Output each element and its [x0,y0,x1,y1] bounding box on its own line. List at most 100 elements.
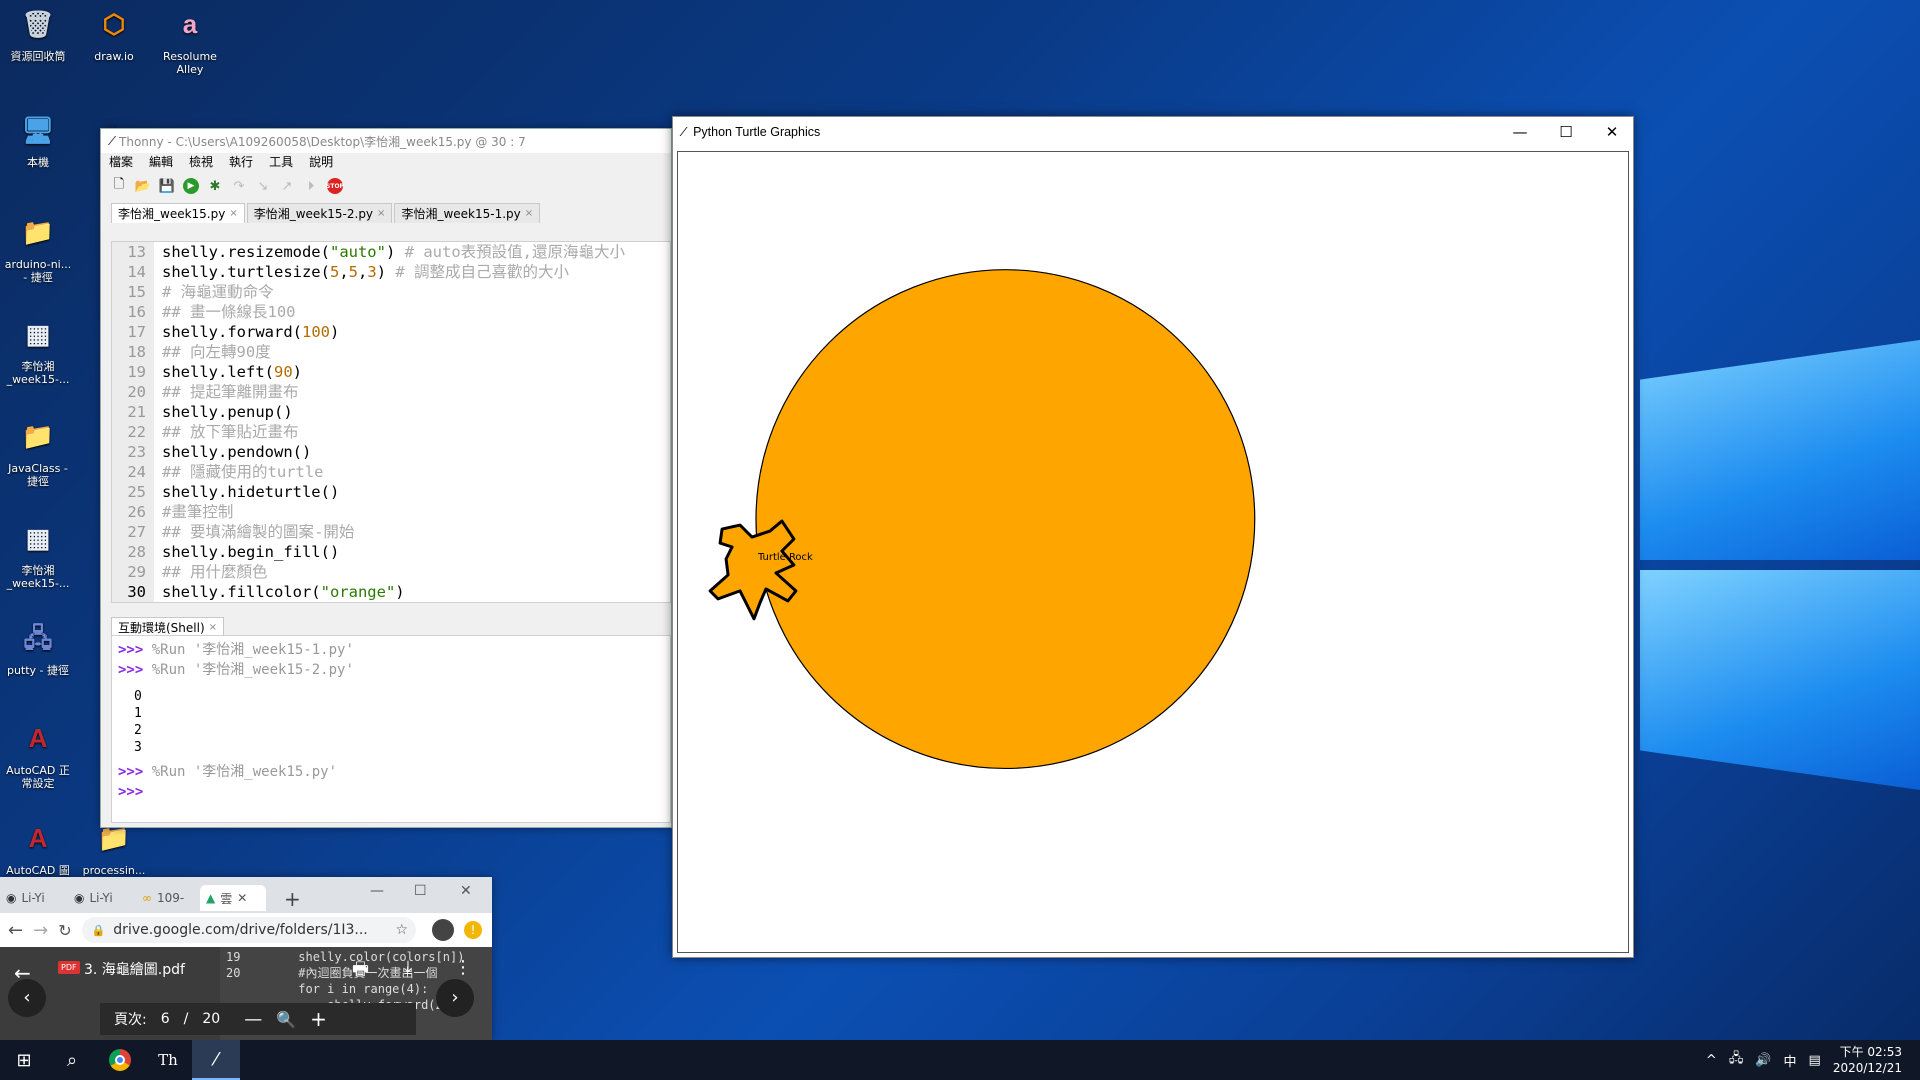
tab-shell[interactable]: 互動環境(Shell) × [111,617,225,637]
minimize-button[interactable]: — [370,883,384,899]
run-icon[interactable]: ▶ [183,178,199,194]
tab-editor-file[interactable]: 李怡湘_week15-1.py × [394,203,541,223]
desktop-icon[interactable]: ⬡ draw.io [76,2,152,64]
step-out-icon[interactable]: ↗ [279,178,295,194]
line-number: 23 [127,443,146,461]
desktop-icon-label: Resolume Alley [163,50,217,76]
desktop-icon[interactable]: a Resolume Alley [152,2,228,77]
back-icon[interactable]: ← [8,920,23,941]
new-tab-icon[interactable]: + [284,887,301,911]
turtle-window[interactable]: ⁄ Python Turtle Graphics — ☐ ✕ Turtle Ro… [672,116,1634,958]
print-icon[interactable]: 🖶 [352,957,369,987]
shell-input-line[interactable]: >>> [118,782,664,802]
chrome-taskbar-icon[interactable] [96,1040,144,1080]
line-number: 18 [127,343,146,361]
clock-time: 下午 02:53 [1839,1045,1902,1059]
save-icon[interactable]: 💾 [159,178,175,194]
turtle-canvas[interactable]: Turtle Rock [677,151,1629,953]
menu-item[interactable]: 工具 [269,153,293,171]
close-icon[interactable]: × [525,208,533,219]
line-number: 30 [127,583,146,601]
taskbar: ⊞ ⌕ Th ⁄ ^ 🖧 🔊 中 ▤ 下午 02:53 2020/12/21 [0,1040,1920,1080]
zoom-out-icon[interactable]: — [244,1009,262,1030]
code-editor[interactable]: 13 shelly.resizemode("auto") # auto表預設值,還… [111,241,671,603]
chrome-tab[interactable]: ▲ 雲 ✕ [200,885,266,911]
close-icon[interactable]: ✕ [237,891,247,905]
desktop-icon[interactable]: 🖥 本機 [0,108,76,170]
desktop-icon[interactable]: 🖧 putty - 捷徑 [0,616,76,678]
chrome-tab-title: 雲 [220,891,233,906]
resume-icon[interactable]: ⏵ [303,178,319,194]
maximize-button[interactable]: ☐ [414,883,427,899]
step-over-icon[interactable]: ↷ [231,178,247,194]
zoom-in-icon[interactable]: + [310,1007,327,1031]
code-line: 24 ## 隱藏使用的turtle [112,462,670,482]
search-icon[interactable]: ⌕ [48,1040,96,1080]
network-icon[interactable]: 🖧 [1729,1049,1744,1071]
clock[interactable]: 下午 02:53 2020/12/21 [1833,1044,1902,1076]
close-button[interactable]: ✕ [460,883,472,899]
shell-panel[interactable]: >>> %Run '李怡湘_week15-1.py' >>> %Run '李怡湘… [111,635,671,823]
chrome-tab[interactable]: ◉ Li-Yi [68,885,119,911]
menu-item[interactable]: 檔案 [109,153,133,171]
tab-editor-file[interactable]: 李怡湘_week15-2.py × [246,203,393,223]
desktop-icon[interactable]: ▦ 李怡湘 _week15-... [0,516,76,591]
prev-page-button[interactable]: ‹ [8,979,46,1017]
shell-line: >>> %Run '李怡湘_week15-2.py' [118,660,664,680]
open-file-icon[interactable]: 📂 [135,178,151,194]
thonny-taskbar-icon[interactable]: Th [144,1040,192,1080]
feather-taskbar-icon[interactable]: ⁄ [192,1040,240,1080]
star-icon[interactable]: ☆ [395,922,408,938]
start-button[interactable]: ⊞ [0,1040,48,1080]
menu-item[interactable]: 執行 [229,153,253,171]
desktop-icon[interactable]: 📁 arduino-ni... - 捷徑 [0,210,76,285]
more-icon[interactable]: ⋮ [454,957,472,978]
maximize-button[interactable]: ☐ [1543,117,1589,147]
desktop-icon[interactable]: A AutoCAD 圖 [0,816,76,878]
shell-command: %Run '李怡湘_week15-2.py' [151,662,354,678]
close-icon[interactable]: × [229,208,237,219]
debug-icon[interactable]: ✱ [207,178,223,194]
chevron-up-icon[interactable]: ^ [1706,1053,1717,1068]
pdf-viewer[interactable]: 19 shelly.color(colors[n]) 20 #內迴圈負責一次畫出一… [0,947,492,1040]
reload-icon[interactable]: ↻ [58,921,71,940]
desktop-icon[interactable]: 🗑 資源回收筒 [0,2,76,64]
new-file-icon[interactable]: 🗋 [111,177,127,194]
desktop-icon[interactable]: ▦ 李怡湘 _week15-... [0,312,76,387]
close-button[interactable]: ✕ [1589,117,1635,147]
forward-icon[interactable]: → [33,920,48,941]
chrome-tab[interactable]: ◉ Li-Yi [0,885,51,911]
minimize-button[interactable]: — [1497,117,1543,147]
menu-item[interactable]: 檢視 [189,153,213,171]
zoom-icon[interactable]: 🔍 [276,1010,296,1029]
chrome-window[interactable]: ◉ Li-Yi ◉ Li-Yi ∞ 109- ▲ 雲 ✕ + — ☐ ✕ ← → ↻ 🔒 dri… [0,877,492,1040]
lock-icon: 🔒 [91,923,106,937]
code-text: shelly.begin_fill() [162,543,340,561]
chrome-tab[interactable]: ∞ 109- [136,885,190,911]
step-into-icon[interactable]: ↘ [255,178,271,194]
stop-icon[interactable]: STOP [326,178,344,194]
shell-command: %Run '李怡湘_week15-1.py' [151,642,354,658]
menu-item[interactable]: 說明 [309,153,333,171]
page-current-input[interactable]: 6 [161,1011,170,1027]
profile-avatar[interactable] [432,919,454,941]
notification-icon[interactable]: ▤ [1809,1053,1821,1068]
close-icon[interactable]: × [209,622,217,633]
update-icon[interactable]: ! [464,921,482,939]
shell-line: >>> %Run '李怡湘_week15.py' [118,762,664,782]
desktop-icon[interactable]: A AutoCAD 正 常設定 [0,716,76,791]
next-page-button[interactable]: › [436,979,474,1017]
desktop-icon[interactable]: 📁 JavaClass - 捷徑 [0,414,76,489]
thonny-titlebar[interactable]: ⁄ Thonny - C:\Users\A109260058\Desktop\李… [101,129,671,153]
download-icon[interactable]: ⤓ [404,957,412,978]
line-number: 28 [127,543,146,561]
menu-item[interactable]: 編輯 [149,153,173,171]
volume-icon[interactable]: 🔊 [1755,1053,1771,1068]
close-icon[interactable]: × [377,208,385,219]
ime-indicator[interactable]: 中 [1784,1051,1797,1070]
turtle-titlebar[interactable]: ⁄ Python Turtle Graphics [673,117,1633,147]
address-bar[interactable]: 🔒 drive.google.com/drive/folders/1I3... … [81,917,416,943]
tab-editor-file[interactable]: 李怡湘_week15.py × [111,203,245,223]
thonny-window[interactable]: ⁄ Thonny - C:\Users\A109260058\Desktop\李… [100,128,672,828]
code-text: shelly.resizemode("auto") # auto表預設值,還原海… [162,243,625,261]
